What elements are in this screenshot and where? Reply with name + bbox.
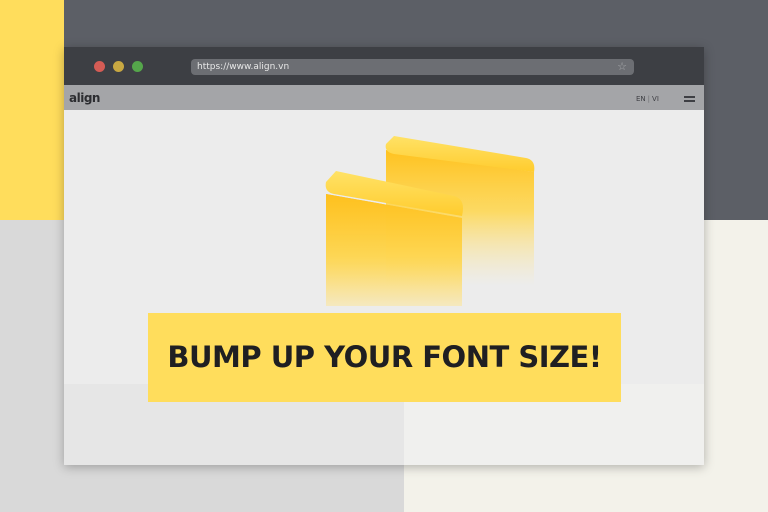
close-window-button[interactable] — [94, 61, 105, 72]
minimize-window-button[interactable] — [113, 61, 124, 72]
browser-window: https://www.align.vn ☆ align EN | VI — [64, 47, 704, 465]
address-bar[interactable]: https://www.align.vn ☆ — [191, 59, 634, 75]
url-text: https://www.align.vn — [197, 62, 290, 72]
site-logo[interactable]: align — [69, 91, 100, 105]
browser-titlebar: https://www.align.vn ☆ — [64, 47, 704, 85]
maximize-window-button[interactable] — [132, 61, 143, 72]
language-switcher: EN | VI — [636, 95, 659, 104]
page-content — [64, 110, 704, 465]
language-vi-link[interactable]: VI — [652, 95, 659, 103]
hamburger-menu-icon[interactable] — [684, 96, 695, 102]
headline-text: BUMP UP YOUR FONT SIZE! — [167, 340, 602, 374]
background-yellow-panel — [0, 0, 64, 220]
yellow-blocks-illustration — [325, 136, 535, 306]
star-icon[interactable]: ☆ — [617, 60, 627, 74]
language-separator: | — [647, 95, 651, 103]
site-header: align EN | VI — [64, 85, 704, 110]
language-en-link[interactable]: EN — [636, 95, 646, 103]
headline-banner: BUMP UP YOUR FONT SIZE! — [148, 313, 621, 402]
